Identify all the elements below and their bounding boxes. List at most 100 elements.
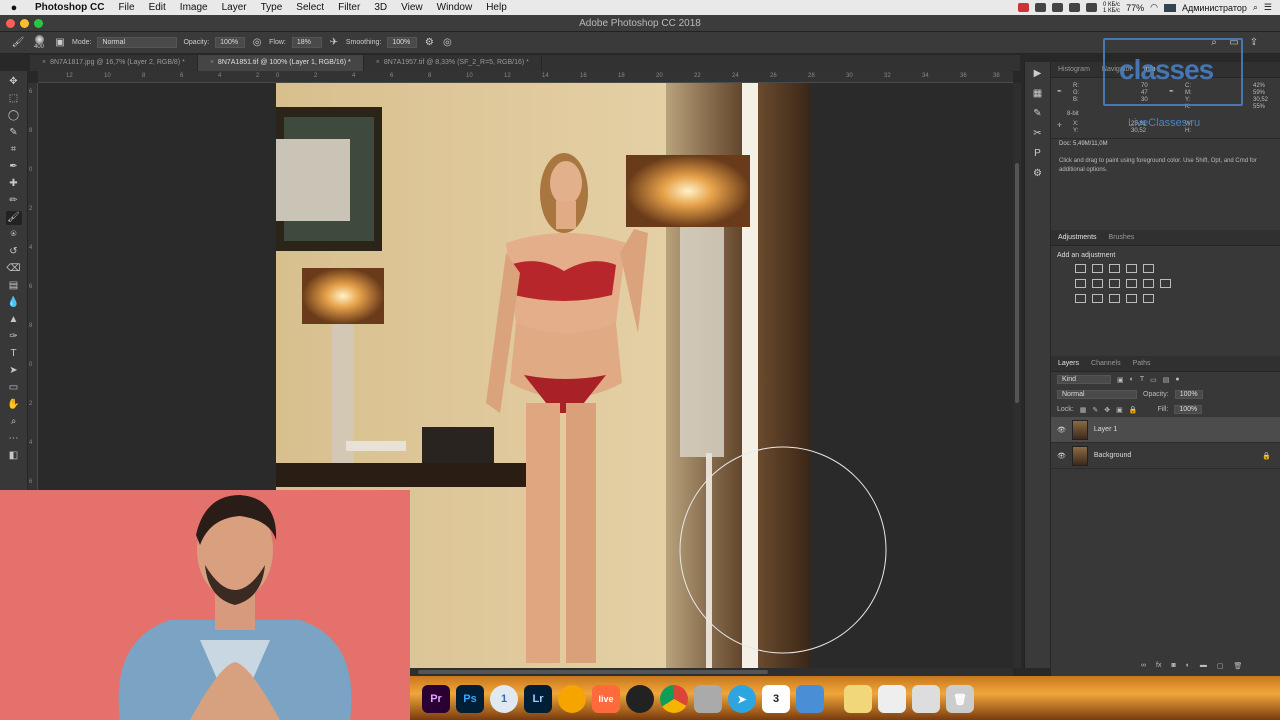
menu-3d[interactable]: 3D: [367, 2, 394, 13]
tab-brushes[interactable]: Brushes: [1109, 234, 1135, 241]
vibrance-icon[interactable]: [1143, 264, 1154, 273]
monitor-icon[interactable]: [1085, 3, 1097, 12]
marquee-tool-icon[interactable]: ⬚: [6, 92, 22, 106]
app-icon[interactable]: [558, 685, 586, 713]
zoom-button[interactable]: [34, 19, 43, 28]
filter-shape-icon[interactable]: ▭: [1150, 376, 1157, 384]
pen-tool-icon[interactable]: ✑: [6, 330, 22, 344]
filter-smart-icon[interactable]: ▤: [1163, 376, 1170, 384]
tab-histogram[interactable]: Histogram: [1058, 66, 1090, 73]
gradient-tool-icon[interactable]: ▤: [6, 279, 22, 293]
kind-filter-select[interactable]: Kind: [1057, 375, 1111, 384]
tab-layers[interactable]: Layers: [1058, 360, 1079, 367]
hue-saturation-icon[interactable]: [1075, 279, 1086, 288]
camera-icon[interactable]: [626, 685, 654, 713]
new-layer-icon[interactable]: ▢: [1217, 662, 1224, 670]
brush-settings-icon[interactable]: ✎: [1033, 108, 1041, 119]
mode-select[interactable]: Normal: [97, 37, 178, 48]
preview-icon[interactable]: [796, 685, 824, 713]
gear-icon[interactable]: ⚙: [423, 37, 435, 49]
downloads-icon[interactable]: [912, 685, 940, 713]
menu-edit[interactable]: Edit: [142, 2, 173, 13]
menu-select[interactable]: Select: [289, 2, 331, 13]
close-tab-icon[interactable]: ×: [376, 59, 380, 66]
lock-transparent-icon[interactable]: ▦: [1080, 406, 1087, 414]
move-tool-icon[interactable]: ✥: [6, 75, 22, 89]
folder-icon[interactable]: [844, 685, 872, 713]
blur-tool-icon[interactable]: 💧: [6, 296, 22, 310]
utility-icon[interactable]: [694, 685, 722, 713]
fill-field[interactable]: 100%: [1174, 405, 1203, 414]
live-app-icon[interactable]: live: [592, 685, 620, 713]
lightroom-icon[interactable]: Lr: [524, 685, 552, 713]
posterize-icon[interactable]: [1092, 294, 1103, 303]
play-icon[interactable]: ▶: [1034, 68, 1042, 79]
menu-window[interactable]: Window: [430, 2, 480, 13]
doc-tab-active[interactable]: × 8N7A1851.tif @ 100% (Layer 1, RGB/16) *: [197, 55, 364, 71]
layer-row[interactable]: 👁 Layer 1: [1051, 417, 1280, 443]
selective-color-icon[interactable]: [1143, 294, 1154, 303]
trash-icon[interactable]: 🗑: [946, 685, 974, 713]
lock-position-icon[interactable]: ✥: [1104, 406, 1110, 414]
battery-percent[interactable]: 77%: [1126, 3, 1144, 13]
menu-type[interactable]: Type: [254, 2, 290, 13]
menu-app-name[interactable]: Photoshop CC: [28, 2, 111, 13]
photoshop-icon[interactable]: Ps: [456, 685, 484, 713]
tab-paths[interactable]: Paths: [1133, 360, 1151, 367]
eraser-tool-icon[interactable]: ⌫: [6, 262, 22, 276]
color-swatch-icon[interactable]: ◧: [6, 449, 22, 463]
fx-icon[interactable]: fx: [1156, 662, 1161, 670]
brush-tool-icon[interactable]: 🖌: [12, 37, 25, 49]
color-lookup-icon[interactable]: [1160, 279, 1171, 288]
brightness-icon[interactable]: [1075, 264, 1086, 273]
menu-filter[interactable]: Filter: [331, 2, 367, 13]
wifi-icon[interactable]: ◠: [1150, 2, 1158, 13]
trash-icon[interactable]: 🗑: [1234, 662, 1243, 670]
clone-source-icon[interactable]: ✂: [1033, 128, 1041, 139]
menu-image[interactable]: Image: [173, 2, 215, 13]
filter-toggle-icon[interactable]: ●: [1175, 376, 1179, 383]
photo-filter-icon[interactable]: [1126, 279, 1137, 288]
invert-icon[interactable]: [1075, 294, 1086, 303]
brush-panel-icon[interactable]: ▣: [54, 37, 66, 49]
type-tool-icon[interactable]: T: [6, 347, 22, 361]
quick-select-tool-icon[interactable]: ✎: [6, 126, 22, 140]
tray-icon[interactable]: [1068, 3, 1080, 12]
calendar-icon[interactable]: 3: [762, 685, 790, 713]
visibility-eye-icon[interactable]: 👁: [1057, 452, 1066, 460]
close-tab-icon[interactable]: ×: [42, 59, 46, 66]
clone-stamp-icon[interactable]: ⍟: [6, 228, 22, 242]
color-balance-icon[interactable]: [1092, 279, 1103, 288]
scroll-thumb[interactable]: [1015, 163, 1019, 403]
flag-icon[interactable]: [1163, 3, 1176, 12]
paragraph-icon[interactable]: P: [1034, 148, 1041, 159]
curves-icon[interactable]: [1109, 264, 1120, 273]
black-white-icon[interactable]: [1109, 279, 1120, 288]
new-adjustment-icon[interactable]: ◐: [1186, 662, 1190, 670]
add-mask-icon[interactable]: ◙: [1171, 662, 1175, 670]
eyedropper-tool-icon[interactable]: ✒: [6, 160, 22, 174]
channel-mixer-icon[interactable]: [1143, 279, 1154, 288]
history-brush-icon[interactable]: ↺: [6, 245, 22, 259]
more-tools-icon[interactable]: ⋯: [6, 432, 22, 446]
healing-brush-icon[interactable]: ✚: [6, 177, 22, 191]
filter-adjustment-icon[interactable]: ◐: [1130, 376, 1134, 383]
share-icon[interactable]: ⇪: [1248, 37, 1260, 49]
properties-icon[interactable]: ⚙: [1033, 168, 1042, 179]
menu-view[interactable]: View: [394, 2, 430, 13]
tab-channels[interactable]: Channels: [1091, 360, 1121, 367]
layer-name[interactable]: Layer 1: [1094, 426, 1117, 433]
swatches-icon[interactable]: ▦: [1033, 88, 1042, 99]
brush-tool-active-icon[interactable]: 🖌: [5, 211, 22, 225]
lock-pixels-icon[interactable]: ✎: [1092, 406, 1098, 414]
flow-field[interactable]: 18%: [291, 37, 322, 48]
pressure-size-icon[interactable]: ◎: [441, 37, 453, 49]
layer-opacity-field[interactable]: 100%: [1174, 390, 1203, 399]
lock-artboard-icon[interactable]: ▣: [1116, 406, 1123, 414]
new-group-icon[interactable]: ▬: [1200, 662, 1207, 670]
lock-all-icon[interactable]: 🔒: [1129, 406, 1138, 414]
threshold-icon[interactable]: [1109, 294, 1120, 303]
notification-icon[interactable]: ☰: [1264, 2, 1272, 13]
filter-type-icon[interactable]: T: [1140, 376, 1144, 383]
opacity-field[interactable]: 100%: [215, 37, 246, 48]
